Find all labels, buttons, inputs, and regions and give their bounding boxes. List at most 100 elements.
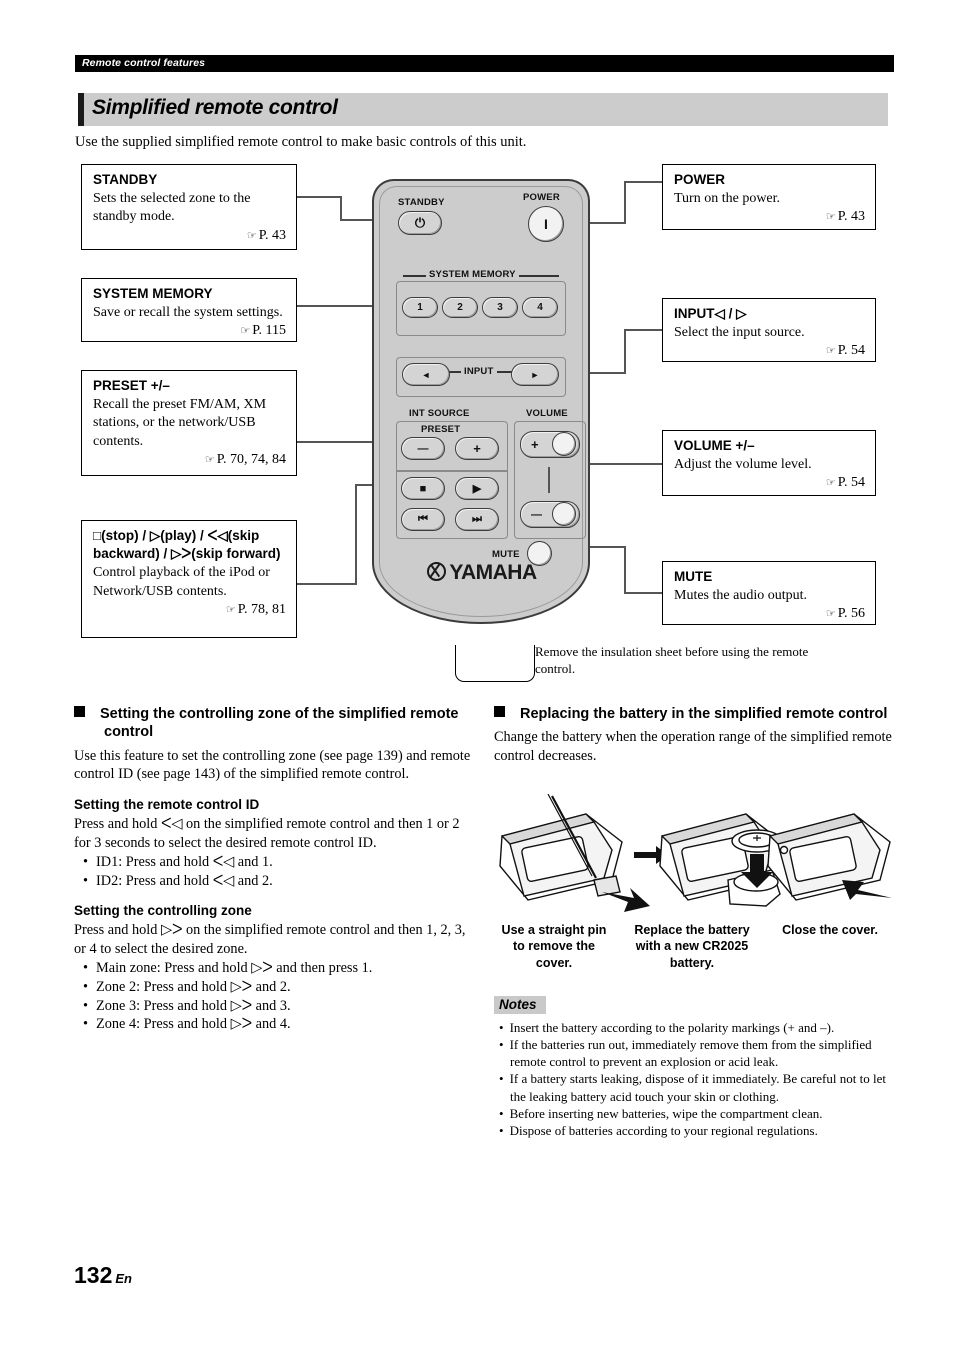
skip-backward-icon: ⏮: [418, 513, 428, 525]
memory-button-3[interactable]: 3: [482, 297, 518, 318]
input-right-button[interactable]: ►: [511, 363, 559, 386]
remote-preset-label: PRESET: [421, 424, 461, 435]
battery-figure-svg: [499, 793, 892, 912]
battery-replacement-figure: Use a straight pin to remove the cover. …: [494, 793, 894, 974]
pointing-hand-icon: ☞: [825, 477, 836, 490]
skip-forward-icon: ⏭: [472, 513, 482, 525]
insulation-sheet-note: Remove the insulation sheet before using…: [535, 644, 809, 676]
brand-text: YAMAHA: [449, 561, 537, 584]
list-item: Zone 3: Press and hold ▷ᐳ and 3.: [74, 997, 474, 1016]
callout-mute-title: MUTE: [674, 569, 713, 584]
pointing-hand-icon: ☞: [204, 453, 215, 466]
callout-system-memory-page: ☞ P. 115: [240, 323, 286, 339]
list-item: Zone 2: Press and hold ▷ᐳ and 2.: [74, 978, 474, 997]
minus-icon: —: [531, 508, 542, 521]
callout-standby-desc: Sets the selected zone to the standby mo…: [93, 191, 251, 225]
callout-transport-page: ☞ P. 78, 81: [225, 601, 286, 617]
volume-down-knob[interactable]: [552, 502, 576, 526]
memory-3-label: 3: [497, 302, 503, 313]
list-item: If a battery starts leaking, dispose of …: [494, 1070, 894, 1105]
title-accent-bar: [78, 93, 84, 126]
left-section-paragraph: Use this feature to set the controlling …: [74, 747, 471, 783]
remote-body: [372, 179, 590, 624]
pointing-hand-icon: ☞: [240, 325, 250, 338]
callout-standby: STANDBY Sets the selected zone to the st…: [81, 164, 297, 250]
remote-id-heading: Setting the remote control ID: [74, 796, 260, 812]
callout-mute-page: ☞ P. 56: [825, 606, 865, 622]
left-section-heading-text: Setting the controlling zone of the simp…: [100, 706, 459, 741]
notes-heading: Notes: [494, 995, 546, 1014]
right-section-heading: Replacing the battery in the simplified …: [494, 705, 894, 723]
page-title: Simplified remote control: [92, 96, 338, 119]
leader-mute-h2: [624, 592, 664, 594]
callout-volume-title: VOLUME +/–: [674, 438, 755, 453]
controlling-zone-paragraph: Press and hold ▷ᐳ on the simplified remo…: [74, 922, 466, 957]
power-standby-icon: ⏻: [414, 215, 426, 230]
plus-icon: +: [473, 441, 481, 456]
memory-button-4[interactable]: 4: [522, 297, 558, 318]
section-title-bar: Simplified remote control: [78, 93, 888, 126]
page-language: En: [115, 1271, 132, 1286]
volume-up-knob[interactable]: [552, 432, 576, 456]
callout-volume: VOLUME +/– Adjust the volume level. ☞ P. …: [662, 430, 876, 496]
callout-transport-title: □(stop) / ▷(play) / ᐸ◁(skip backward) / …: [93, 528, 281, 562]
leader-power-h2: [624, 181, 664, 183]
list-item: Insert the battery according to the pola…: [494, 1019, 894, 1036]
callout-input-desc: Select the input source.: [674, 325, 805, 341]
callout-preset: PRESET +/– Recall the preset FM/AM, XM s…: [81, 370, 297, 476]
leader-input-v: [624, 329, 626, 374]
running-header: Remote control features: [75, 55, 894, 72]
remote-input-label: INPUT: [461, 366, 497, 377]
callout-standby-page: ☞ P. 43: [246, 227, 286, 243]
stop-icon: ■: [419, 482, 427, 495]
right-section-paragraph: Change the battery when the operation ra…: [494, 729, 892, 764]
skip-forward-button[interactable]: ⏭: [455, 508, 499, 531]
list-item: Main zone: Press and hold ▷ᐳ and then pr…: [74, 959, 474, 978]
pointing-hand-icon: ☞: [225, 603, 236, 616]
callout-transport: □(stop) / ▷(play) / ᐸ◁(skip backward) / …: [81, 520, 297, 638]
power-button[interactable]: I: [528, 206, 564, 242]
callout-transport-desc: Control playback of the iPod or Network/…: [93, 565, 270, 599]
callout-input-page: ☞ P. 54: [825, 343, 865, 359]
brand-logo: YAMAHA: [368, 561, 596, 585]
leader-standby-h1: [297, 196, 342, 198]
callout-power-title: POWER: [674, 172, 726, 187]
memory-button-1[interactable]: 1: [402, 297, 438, 318]
callout-input-title: INPUT◁ / ▷: [674, 306, 747, 321]
notes-list: Insert the battery according to the pola…: [494, 1019, 894, 1140]
callout-system-memory-title: SYSTEM MEMORY: [93, 286, 213, 301]
skip-backward-button[interactable]: ⏮: [401, 508, 445, 531]
power-on-icon: I: [544, 216, 548, 232]
remote-mute-label: MUTE: [492, 549, 520, 560]
callout-system-memory: SYSTEM MEMORY Save or recall the system …: [81, 278, 297, 342]
play-button[interactable]: ▶: [455, 477, 499, 500]
yamaha-tuning-fork-icon: [427, 562, 447, 581]
callout-power-page: ☞ P. 43: [825, 209, 865, 225]
triangle-left-icon: ◄: [421, 369, 431, 380]
pointing-hand-icon: ☞: [825, 345, 836, 358]
figure-caption-2: Replace the battery with a new CR2025 ba…: [634, 922, 750, 970]
input-left-button[interactable]: ◄: [402, 363, 450, 386]
memory-button-2[interactable]: 2: [442, 297, 478, 318]
preset-minus-button[interactable]: —: [401, 437, 445, 460]
bullet-square-icon: [74, 706, 85, 717]
callout-mute: MUTE Mutes the audio output. ☞ P. 56: [662, 561, 876, 625]
list-item: ID1: Press and hold ᐸ◁ and 1.: [74, 853, 474, 872]
intro-paragraph: Use the supplied simplified remote contr…: [75, 134, 527, 150]
bullet-square-icon: [494, 706, 505, 717]
controlling-zone-heading: Setting the controlling zone: [74, 903, 252, 919]
leader-input-h2: [624, 329, 664, 331]
pointing-hand-icon: ☞: [246, 229, 257, 242]
callout-preset-title: PRESET +/–: [93, 378, 170, 393]
stop-button[interactable]: ■: [401, 477, 445, 500]
standby-button[interactable]: ⏻: [398, 211, 442, 235]
remote-id-paragraph: Press and hold ᐸ◁ on the simplified remo…: [74, 815, 460, 851]
remote-standby-label: STANDBY: [398, 197, 445, 208]
callout-mute-desc: Mutes the audio output.: [674, 588, 807, 604]
leader-transport-v: [355, 484, 357, 584]
page-number: 132 En: [74, 1262, 132, 1289]
callout-preset-desc: Recall the preset FM/AM, XM stations, or…: [93, 397, 267, 449]
remote-system-memory-label: SYSTEM MEMORY: [426, 269, 519, 280]
remote-volume-label: VOLUME: [526, 408, 568, 419]
preset-plus-button[interactable]: +: [455, 437, 499, 460]
